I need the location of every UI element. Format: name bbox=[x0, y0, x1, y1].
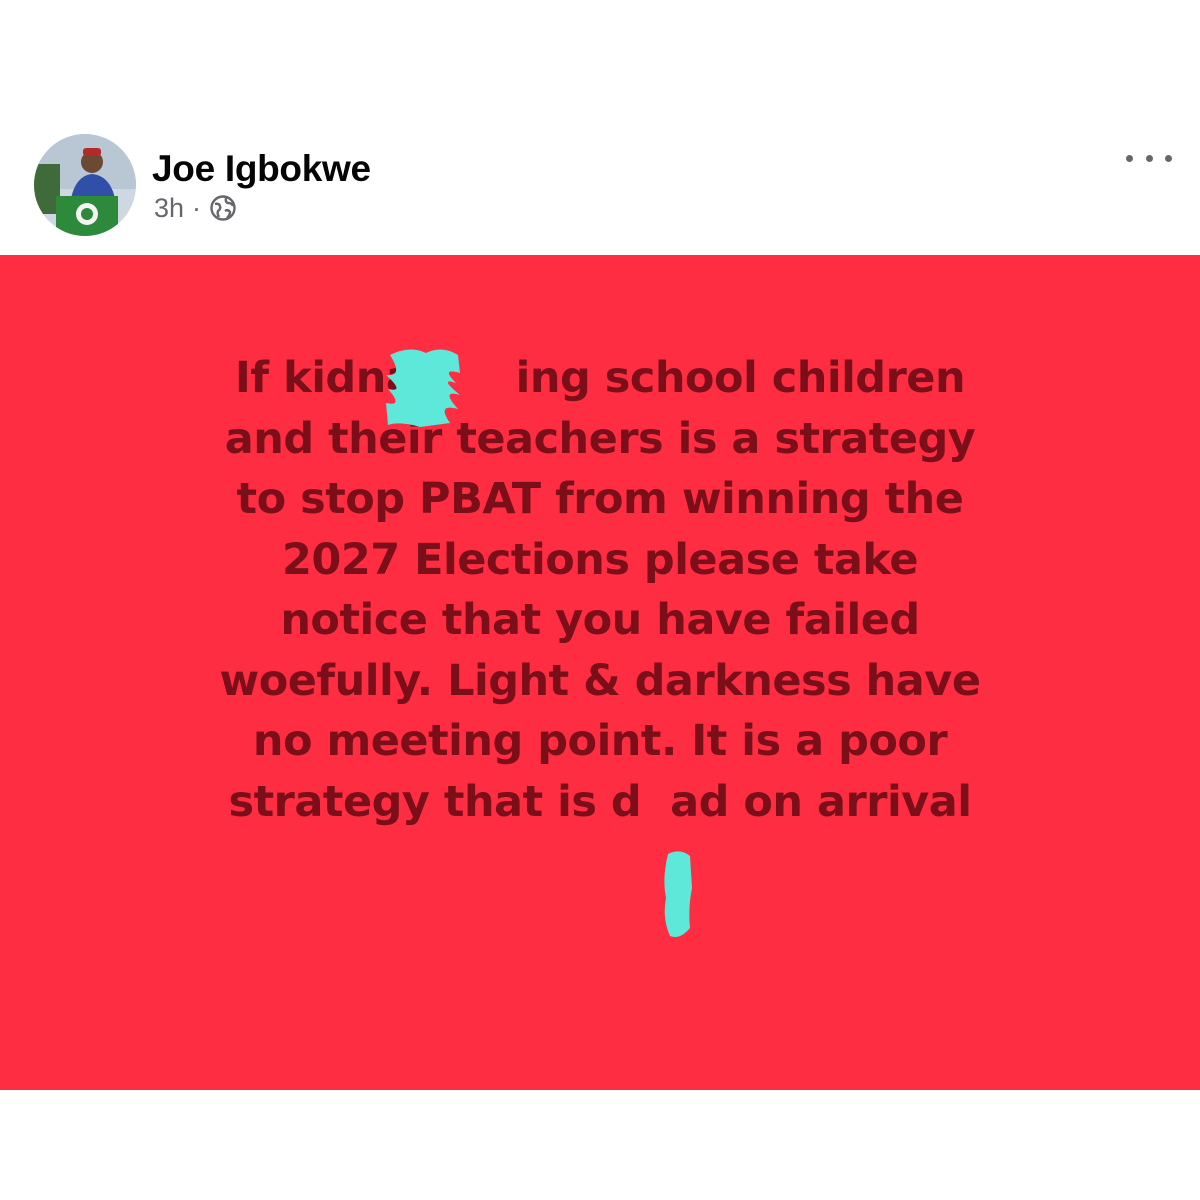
post-text-line: strategy that is d ad on arrival bbox=[228, 776, 972, 827]
globe-icon bbox=[209, 194, 237, 222]
facebook-post: Joe Igbokwe 3h · If kidna ing school chi… bbox=[0, 0, 1200, 1200]
post-content-background: If kidna ing school children and their t… bbox=[0, 255, 1200, 1090]
avatar-photo bbox=[34, 134, 136, 236]
redaction-scribble bbox=[664, 851, 692, 937]
author-avatar[interactable] bbox=[34, 134, 136, 236]
redaction-scribble bbox=[386, 349, 460, 427]
post-timestamp[interactable]: 3h bbox=[154, 193, 184, 224]
post-text-line: woefully. Light & darkness have bbox=[219, 655, 982, 706]
post-text-line: and their teachers is a strategy bbox=[224, 413, 976, 464]
post-text: If kidna ing school children and their t… bbox=[40, 348, 1160, 832]
post-meta: 3h · bbox=[154, 193, 237, 223]
more-options-icon[interactable] bbox=[1126, 148, 1172, 168]
post-text-line: no meeting point. It is a poor bbox=[252, 716, 948, 766]
post-text-line: 2027 Elections please take bbox=[281, 534, 919, 585]
post-text-line: If kidna ing school children bbox=[234, 353, 966, 403]
meta-separator: · bbox=[192, 192, 202, 223]
author-name[interactable]: Joe Igbokwe bbox=[152, 148, 371, 190]
post-text-line: to stop PBAT from winning the bbox=[236, 474, 964, 524]
post-text-line: notice that you have failed bbox=[280, 595, 920, 645]
post-header: Joe Igbokwe 3h · bbox=[0, 0, 1200, 255]
post-footer bbox=[0, 1090, 1200, 1200]
